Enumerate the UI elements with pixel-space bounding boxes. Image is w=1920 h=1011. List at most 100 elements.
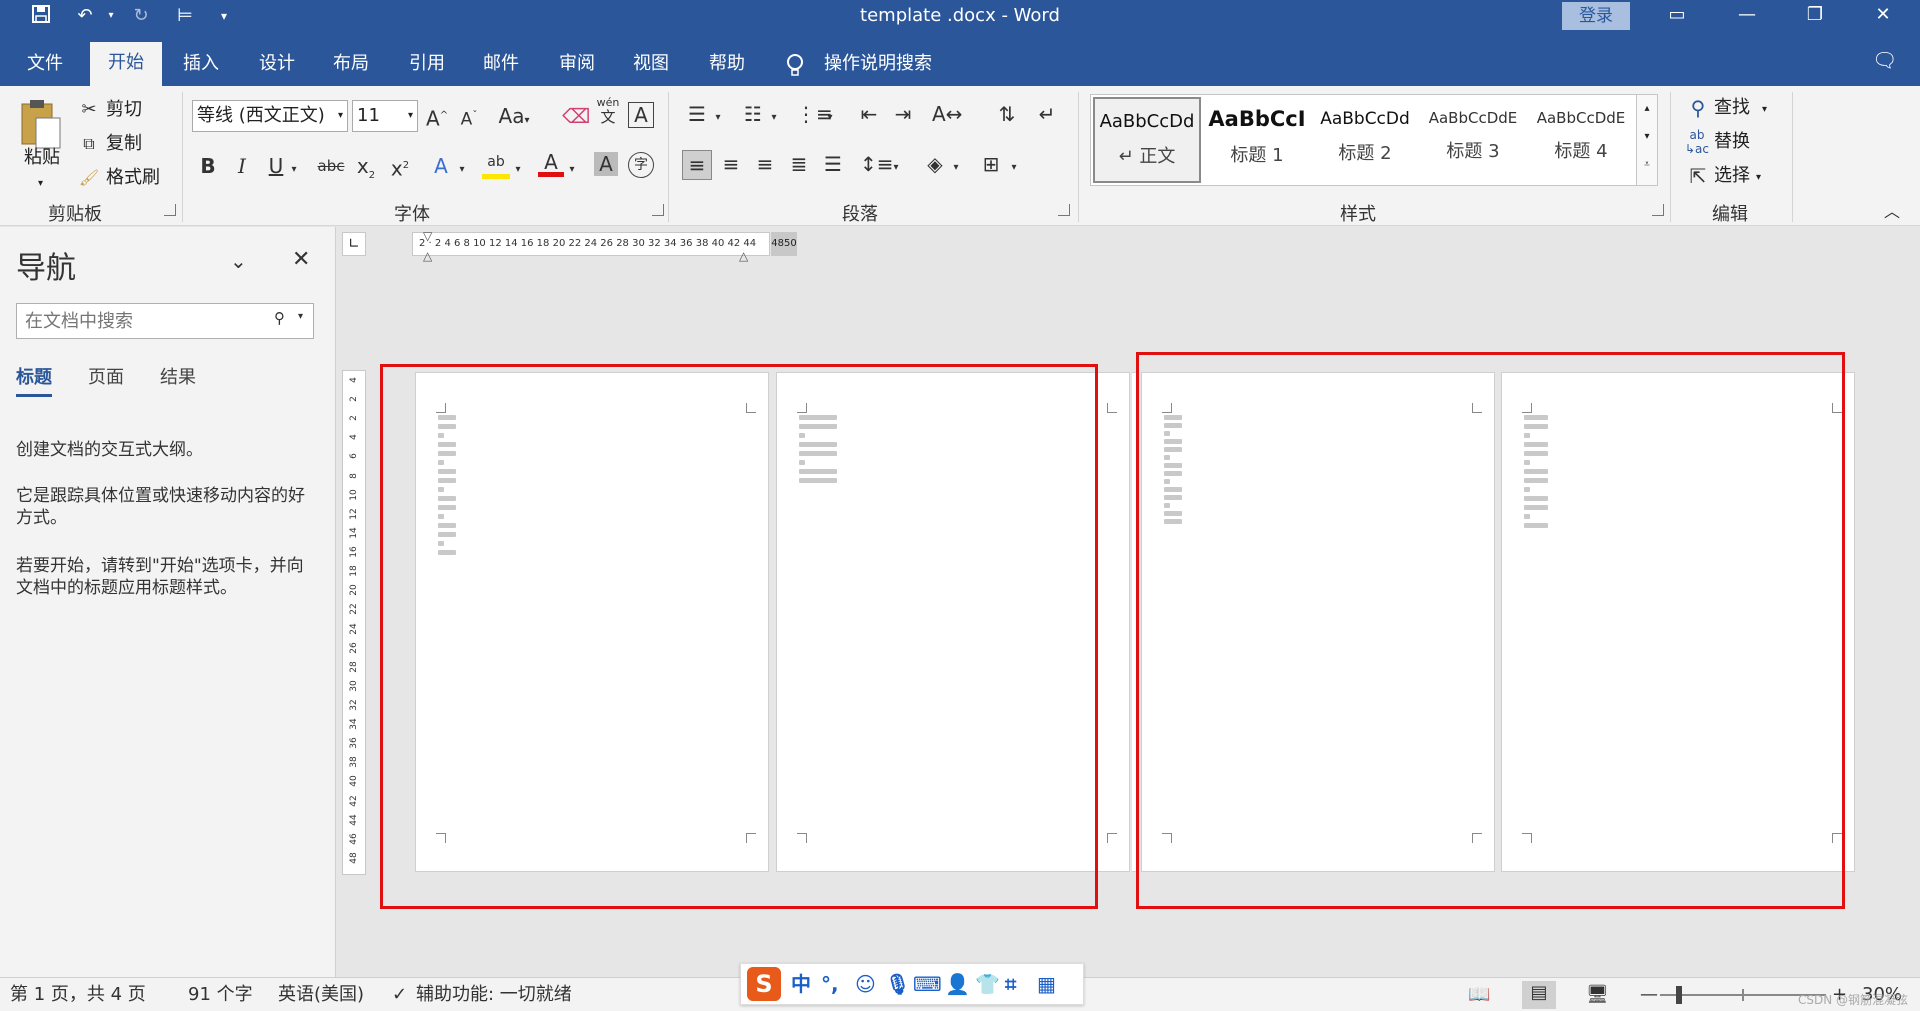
crop-icon[interactable]: ⌗	[1005, 971, 1016, 997]
gallery-more-icon[interactable]: ⩡	[1637, 151, 1657, 179]
vertical-ruler[interactable]: 4 2 2 4 6 8 10 12 14 16 18 20 22 24 26 28 30 32 34 36 38 40 42…	[342, 370, 366, 875]
highlight-icon[interactable]: ab	[482, 148, 510, 179]
tab-selector-icon[interactable]: ∟	[342, 232, 366, 256]
apps-icon[interactable]: ▦	[1037, 971, 1056, 997]
tab-review[interactable]: 审阅	[546, 46, 608, 86]
nav-search-input[interactable]	[16, 303, 314, 339]
copy-button[interactable]: 复制	[106, 132, 142, 156]
paste-dropdown-icon[interactable]: ▾	[38, 172, 43, 196]
tab-file[interactable]: 文件	[14, 46, 76, 86]
select-dropdown-icon[interactable]: ▾	[1756, 166, 1761, 190]
replace-button[interactable]: 替换	[1714, 130, 1750, 154]
paragraph-dialog-launcher[interactable]	[1058, 204, 1070, 216]
zoom-slider-thumb[interactable]	[1676, 986, 1682, 1004]
bold-button[interactable]: B	[196, 152, 220, 180]
read-mode-icon[interactable]: 📖	[1468, 983, 1490, 1007]
ime-mode-toggle[interactable]: 中	[791, 971, 811, 997]
right-indent-marker[interactable]: △	[739, 249, 748, 263]
print-layout-icon[interactable]: ▤	[1522, 981, 1556, 1009]
comments-icon[interactable]: 🗨	[1872, 48, 1897, 72]
nav-tab-headings[interactable]: 标题	[16, 363, 52, 397]
font-color-icon[interactable]: A	[538, 148, 564, 177]
style-item-heading-1[interactable]: AaBbCcI 标题 1	[1203, 97, 1311, 183]
restore-icon[interactable]: ❐	[1792, 0, 1838, 32]
microphone-icon[interactable]: 🎙	[885, 971, 910, 997]
page-count[interactable]: 第 1 页，共 4 页	[10, 983, 146, 1007]
user-icon[interactable]: 👤	[945, 971, 970, 997]
sort-icon[interactable]: ⇅	[994, 100, 1020, 128]
distributed-icon[interactable]: ☰	[820, 150, 846, 178]
styles-dialog-launcher[interactable]	[1652, 204, 1664, 216]
increase-indent-icon[interactable]: ⇥	[890, 100, 916, 128]
italic-button[interactable]: I	[230, 152, 254, 180]
language-status[interactable]: 英语(美国)	[278, 983, 364, 1007]
ime-punctuation-toggle[interactable]: °,	[821, 971, 839, 997]
numbering-dropdown-icon[interactable]: ▾	[768, 104, 780, 132]
keyboard-icon[interactable]: ⌨	[913, 971, 942, 997]
tab-home[interactable]: 开始	[90, 42, 162, 86]
find-dropdown-icon[interactable]: ▾	[1762, 98, 1767, 122]
borders-icon[interactable]: ⊞	[978, 150, 1004, 178]
tell-me-search[interactable]: 操作说明搜索	[824, 46, 932, 82]
enclose-characters-icon[interactable]: 字	[628, 152, 654, 178]
strikethrough-button[interactable]: abc	[316, 152, 346, 180]
gallery-up-icon[interactable]: ▴	[1637, 95, 1657, 123]
zoom-out-icon[interactable]: —	[1640, 983, 1658, 1007]
tab-mailings[interactable]: 邮件	[470, 46, 532, 86]
multilevel-list-icon[interactable]: ⋮≡	[796, 100, 833, 128]
word-count[interactable]: 91 个字	[188, 983, 253, 1007]
close-icon[interactable]: ✕	[292, 247, 310, 272]
tab-view[interactable]: 视图	[620, 46, 682, 86]
tab-insert[interactable]: 插入	[170, 46, 232, 86]
highlight-dropdown-icon[interactable]: ▾	[512, 156, 524, 184]
subscript-button[interactable]: x2	[354, 152, 378, 190]
clipboard-dialog-launcher[interactable]	[164, 204, 176, 216]
underline-button[interactable]: U	[264, 152, 288, 180]
shading-dropdown-icon[interactable]: ▾	[950, 154, 962, 182]
borders-dropdown-icon[interactable]: ▾	[1008, 154, 1020, 182]
font-color-dropdown-icon[interactable]: ▾	[566, 156, 578, 184]
phonetic-guide-icon[interactable]: wén 文	[594, 96, 622, 126]
paste-label[interactable]: 粘贴	[24, 146, 60, 170]
search-icon[interactable]: ⚲	[274, 309, 285, 327]
decrease-indent-icon[interactable]: ⇤	[856, 100, 882, 128]
hanging-indent-marker[interactable]: △	[423, 249, 432, 263]
bullets-icon[interactable]: ☰	[684, 100, 710, 128]
show-marks-icon[interactable]: ↵	[1034, 100, 1060, 128]
style-item-heading-3[interactable]: AaBbCcDdE 标题 3	[1419, 97, 1527, 183]
style-item-heading-2[interactable]: AaBbCcDd 标题 2	[1311, 97, 1419, 183]
character-border-icon[interactable]: A	[628, 102, 654, 128]
tab-layout[interactable]: 布局	[320, 46, 382, 86]
bullets-dropdown-icon[interactable]: ▾	[712, 104, 724, 132]
style-item-heading-4[interactable]: AaBbCcDdE 标题 4	[1527, 97, 1635, 183]
nav-tab-pages[interactable]: 页面	[88, 363, 124, 397]
superscript-button[interactable]: x2	[388, 152, 412, 183]
nav-tab-results[interactable]: 结果	[160, 363, 196, 397]
align-right-icon[interactable]: ≡	[752, 150, 778, 178]
grow-font-icon[interactable]: A^	[426, 102, 448, 133]
chevron-down-icon[interactable]: ⌄	[230, 249, 247, 273]
font-dialog-launcher[interactable]	[652, 204, 664, 216]
underline-dropdown-icon[interactable]: ▾	[288, 156, 300, 184]
multilevel-dropdown-icon[interactable]: ▾	[824, 104, 836, 132]
find-button[interactable]: 查找	[1714, 96, 1750, 120]
collapse-ribbon-icon[interactable]: ︿	[1880, 198, 1904, 226]
font-name-dropdown[interactable]: 等线 (西文正文) ▾	[192, 100, 348, 132]
line-spacing-icon[interactable]: ↕≡	[860, 150, 894, 178]
justify-icon[interactable]: ≣	[786, 150, 812, 178]
tab-design[interactable]: 设计	[246, 46, 308, 86]
character-shading-icon[interactable]: A	[594, 152, 618, 176]
line-spacing-dropdown-icon[interactable]: ▾	[890, 154, 902, 182]
align-left-icon[interactable]: ≡	[682, 150, 712, 180]
shrink-font-icon[interactable]: Aˇ	[458, 102, 480, 134]
gallery-down-icon[interactable]: ▾	[1637, 123, 1657, 151]
tab-help[interactable]: 帮助	[696, 46, 758, 86]
text-effects-icon[interactable]: A	[428, 152, 454, 180]
text-direction-icon[interactable]: A↔	[932, 100, 962, 128]
close-icon[interactable]: ✕	[1860, 0, 1906, 32]
shading-icon[interactable]: ◈	[922, 150, 948, 178]
change-case-icon[interactable]: Aa▾	[498, 102, 530, 135]
align-center-icon[interactable]: ≡	[718, 150, 744, 178]
first-line-indent-marker[interactable]: ▽	[423, 229, 432, 243]
cut-button[interactable]: 剪切	[106, 98, 142, 122]
